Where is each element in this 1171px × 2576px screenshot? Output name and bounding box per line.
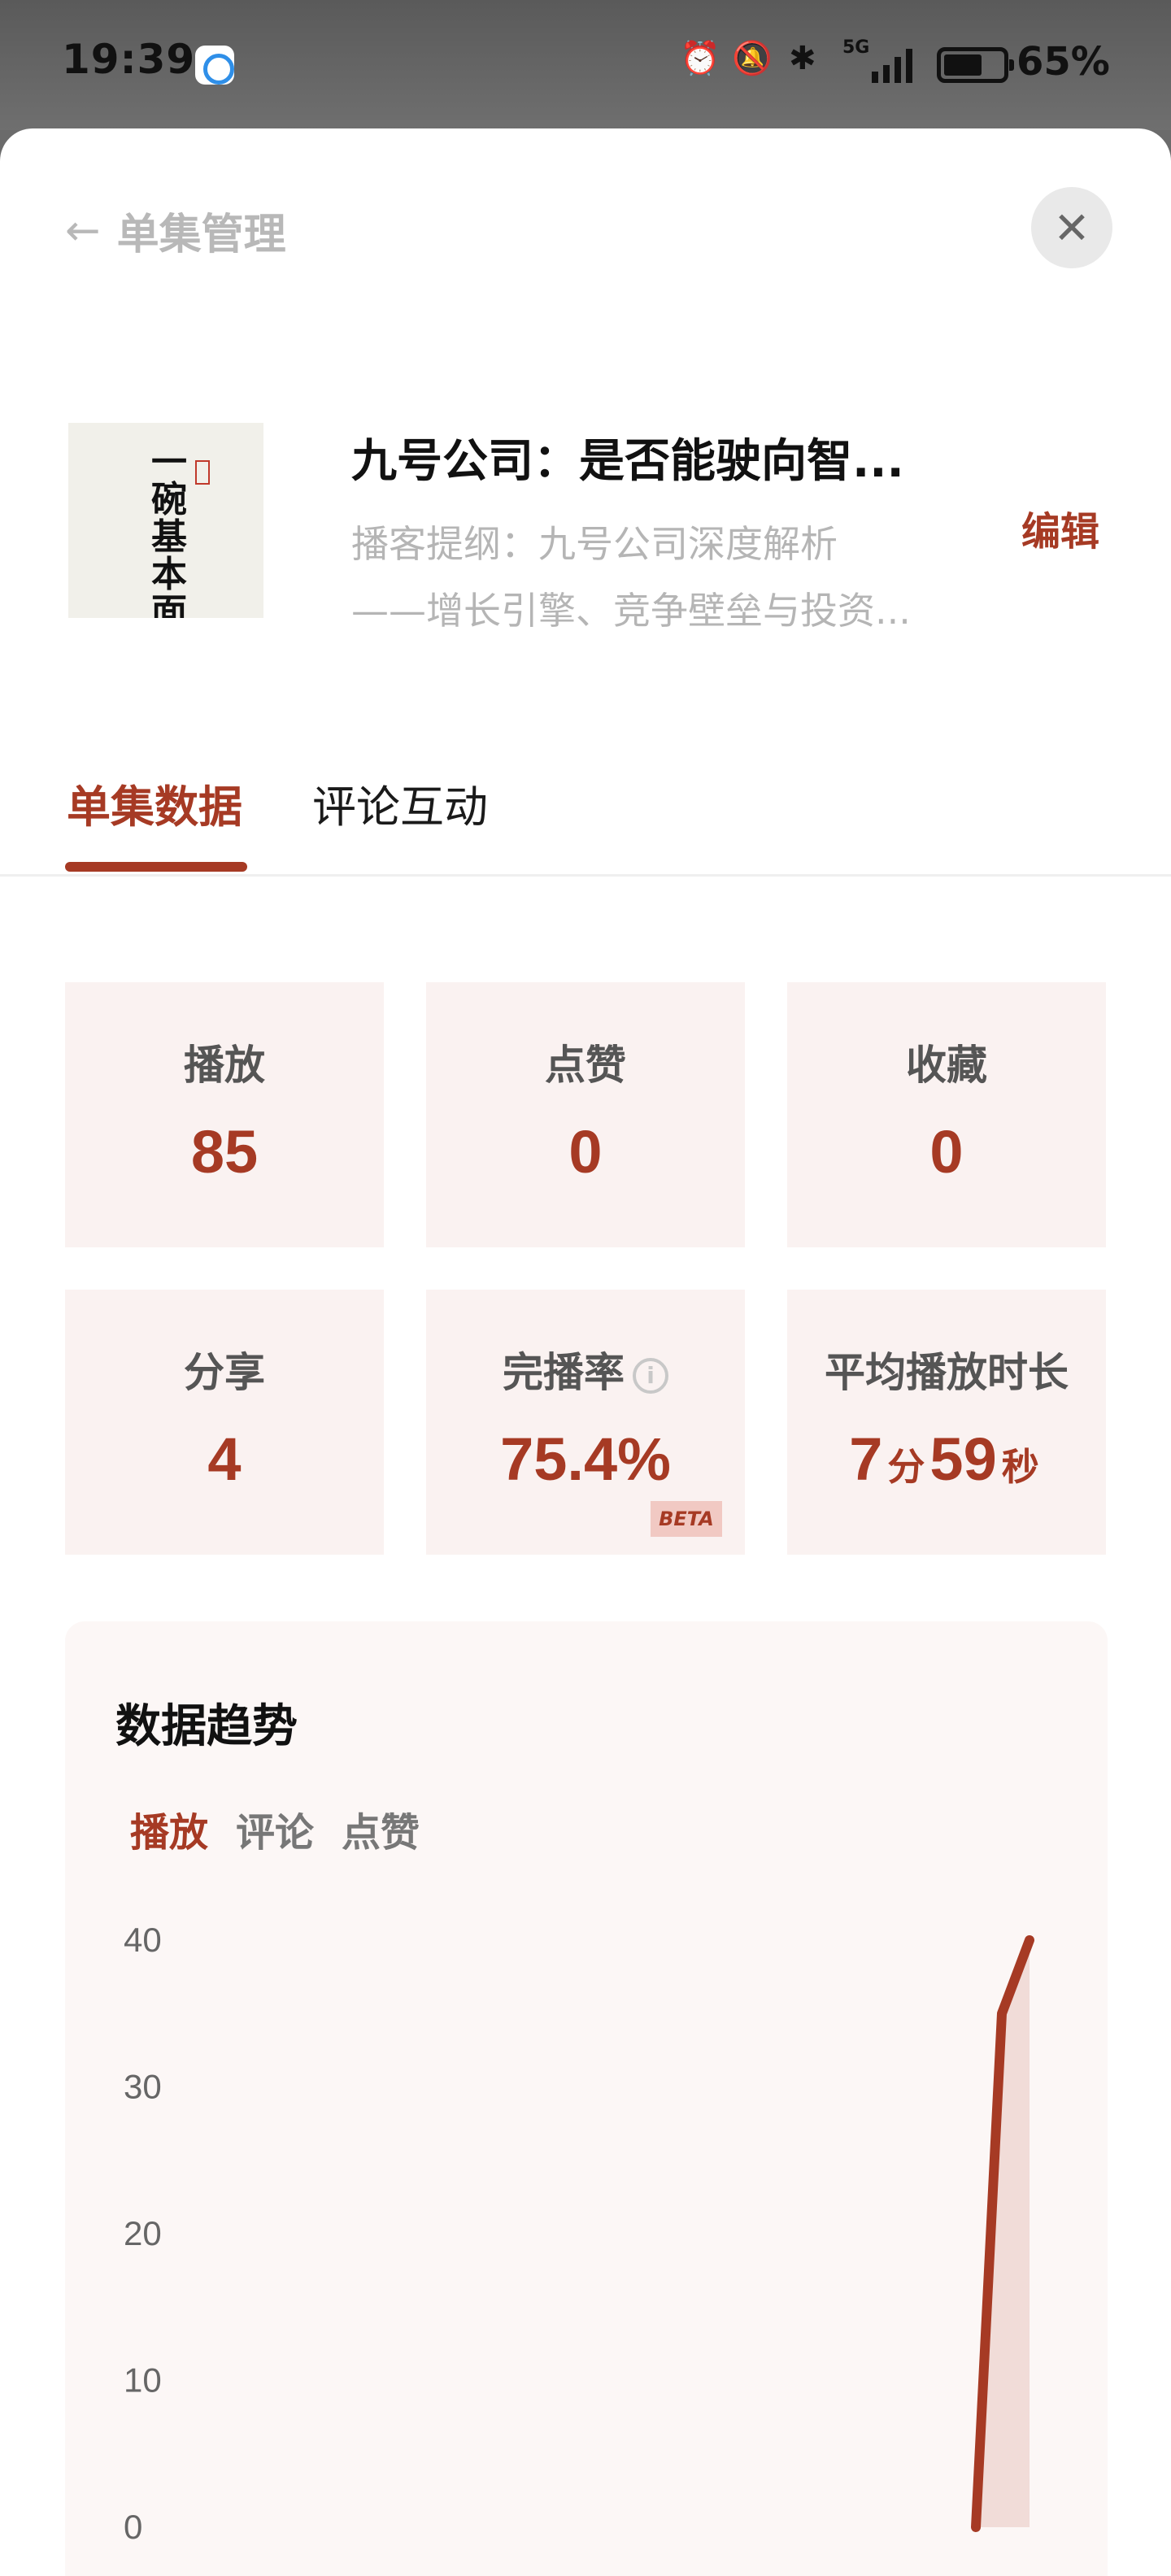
episode-title: 九号公司：是否能驶向智...	[351, 435, 904, 488]
episode-description: 播客提纲：九号公司深度解析 ——增长引擎、竞争壁垒与投资...	[351, 511, 969, 644]
trend-tabs: 播放 评论 点赞	[130, 1800, 420, 1857]
battery-fill	[944, 54, 982, 76]
stat-label: 平均播放时长	[825, 1349, 1069, 1396]
stat-value: 7 分59 秒	[787, 1425, 1106, 1494]
stat-label: 点赞	[545, 1042, 626, 1089]
arrow-left-icon: ←	[65, 206, 101, 255]
battery-cap	[1009, 59, 1014, 71]
info-icon[interactable]: i	[633, 1357, 668, 1394]
stat-value: 4	[207, 1425, 242, 1493]
stat-value: 0	[929, 1118, 964, 1186]
cover-seal	[195, 460, 210, 485]
stat-card-shares: 分享 4	[65, 1290, 384, 1555]
stat-value: 75.4%	[500, 1425, 671, 1493]
episode-description-line2: ——增长引擎、竞争壁垒与投资...	[351, 589, 911, 633]
status-time: 19:39	[62, 36, 196, 83]
cover-text: 一碗基本面	[151, 442, 187, 619]
close-icon: ✕	[1053, 202, 1090, 254]
y-tick-label: 40	[124, 1921, 162, 1959]
data-trend-card: 40 30 20 10 0 数据趋势 播放 评论 点赞	[65, 1621, 1108, 2576]
y-tick-label: 20	[124, 2214, 162, 2252]
bluetooth-icon: ✱	[789, 40, 816, 77]
stat-card-avg-duration: 平均播放时长 7 分59 秒	[787, 1290, 1106, 1555]
beta-badge: BETA	[651, 1501, 722, 1537]
episode-cover-image: 一碗基本面	[68, 423, 263, 618]
episode-management-sheet: ← 单集管理 ✕ 一碗基本面 九号公司：是否能驶向智... 播客提纲：九号公司深…	[0, 128, 1171, 2576]
stat-label-text: 完播率	[503, 1349, 625, 1396]
alarm-icon: ⏰	[680, 40, 720, 77]
tab-comments[interactable]: 评论互动	[312, 771, 488, 835]
tab-bar: 单集数据 评论互动	[0, 771, 1171, 877]
status-bar: 19:39 ⏰ 🔕 ✱ 5G 65%	[0, 0, 1171, 130]
duration-seconds: 59	[929, 1425, 997, 1493]
y-tick-label: 0	[124, 2508, 142, 2546]
trend-tab-plays[interactable]: 播放	[130, 1800, 208, 1857]
y-tick-label: 30	[124, 2068, 162, 2106]
duration-seconds-unit: 秒	[1001, 1446, 1039, 1488]
page-title: 单集管理	[116, 211, 286, 259]
stat-card-completion-rate: 完播率 i 75.4% BETA	[426, 1290, 745, 1555]
trend-tab-likes[interactable]: 点赞	[342, 1800, 420, 1857]
stat-value: 85	[190, 1118, 259, 1186]
stat-label: 播放	[184, 1042, 265, 1089]
trend-chart: 40 30 20 10 0	[124, 1921, 1034, 2546]
stat-label: 分享	[184, 1349, 265, 1396]
bell-off-icon: 🔕	[732, 40, 773, 77]
battery-percent: 65%	[1016, 39, 1110, 85]
trend-tab-comments[interactable]: 评论	[236, 1800, 314, 1857]
episode-description-line1: 播客提纲：九号公司深度解析	[351, 522, 838, 566]
signal-5g-icon	[872, 49, 912, 83]
app-notification-icon	[195, 46, 234, 85]
stat-card-likes: 点赞 0	[426, 982, 745, 1247]
trend-title: 数据趋势	[115, 1700, 298, 1753]
stat-card-favorites: 收藏 0	[787, 982, 1106, 1247]
stat-value: 0	[568, 1118, 603, 1186]
duration-minutes: 7	[849, 1425, 883, 1493]
back-button[interactable]: ← 单集管理	[65, 200, 286, 261]
duration-minutes-unit: 分	[887, 1446, 925, 1488]
stat-label: 收藏	[906, 1042, 987, 1089]
stat-label: 完播率 i	[426, 1340, 745, 1399]
tab-episode-data[interactable]: 单集数据	[67, 771, 242, 835]
battery-icon	[937, 47, 1014, 83]
stat-card-plays: 播放 85	[65, 982, 384, 1247]
close-button[interactable]: ✕	[1031, 187, 1112, 268]
network-label: 5G	[842, 37, 870, 58]
edit-button[interactable]: 编辑	[1021, 499, 1099, 556]
y-tick-label: 10	[124, 2361, 162, 2400]
active-tab-indicator	[65, 862, 247, 872]
